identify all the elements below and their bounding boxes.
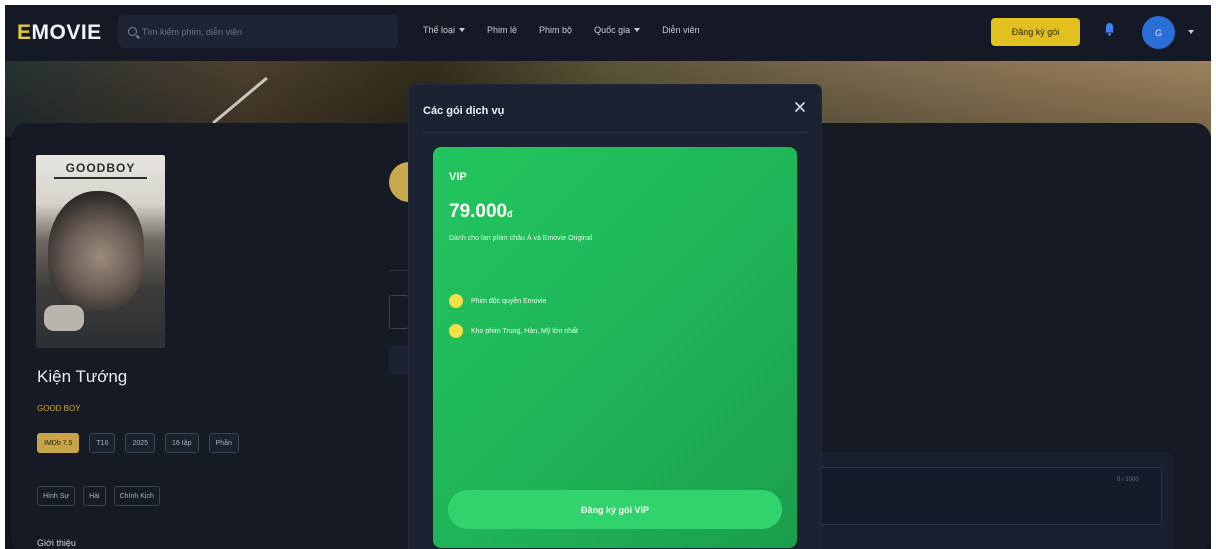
imdb-badge: IMDb 7.5 bbox=[37, 433, 80, 453]
genre-tag[interactable]: Chính Kịch bbox=[113, 486, 160, 506]
check-circle-icon bbox=[449, 324, 463, 338]
movie-original-title: GOOD BOY bbox=[37, 404, 81, 413]
top-navbar: EMOVIE Tìm kiếm phim, diễn viên Thể loại… bbox=[5, 5, 1211, 61]
close-icon[interactable] bbox=[794, 101, 806, 113]
season-badge: Phần bbox=[208, 433, 239, 453]
intro-heading: Giới thiệu bbox=[37, 538, 76, 548]
check-circle-icon bbox=[449, 294, 463, 308]
movie-title: Kiện Tướng bbox=[37, 367, 128, 386]
genre-tag[interactable]: Hài bbox=[83, 486, 106, 506]
bell-icon[interactable] bbox=[1104, 22, 1115, 36]
plan-price: 79.000đ bbox=[449, 201, 513, 222]
chevron-down-icon bbox=[634, 28, 641, 32]
main-menu: Thể loại Phim lẻ Phim bộ Quốc gia Diễn v… bbox=[423, 25, 700, 35]
episodes-badge: 16 tập bbox=[165, 433, 199, 453]
divider bbox=[423, 132, 807, 133]
comment-input[interactable] bbox=[819, 467, 1162, 525]
chevron-down-icon[interactable] bbox=[1188, 30, 1194, 34]
poster-title: GOODBOY bbox=[65, 161, 136, 175]
plan-description: Dành cho fan phim châu Á và Emovie Origi… bbox=[449, 235, 593, 242]
menu-item-movies[interactable]: Phim lẻ bbox=[487, 25, 517, 35]
age-rating-badge: T16 bbox=[89, 433, 116, 453]
menu-item-series[interactable]: Phim bộ bbox=[539, 25, 572, 35]
genre-tag[interactable]: Hình Sự bbox=[37, 486, 76, 506]
app-window: EMOVIE Tìm kiếm phim, diễn viên Thể loại… bbox=[5, 5, 1211, 549]
vip-plan-card: VIP 79.000đ Dành cho fan phim châu Á và … bbox=[433, 147, 797, 548]
subscribe-vip-button[interactable]: Đăng ký gói VIP bbox=[448, 490, 782, 529]
menu-item-actors[interactable]: Diễn viên bbox=[662, 25, 700, 35]
subscribe-button[interactable]: Đăng ký gói bbox=[991, 18, 1080, 46]
search-placeholder: Tìm kiếm phim, diễn viên bbox=[142, 26, 243, 37]
search-icon bbox=[128, 27, 137, 36]
menu-item-genres[interactable]: Thể loại bbox=[423, 25, 466, 35]
subscription-modal: Các gói dịch vụ VIP 79.000đ Dành cho fan… bbox=[409, 85, 821, 549]
year-badge: 2025 bbox=[125, 433, 156, 453]
plan-name: VIP bbox=[449, 171, 467, 183]
search-input[interactable]: Tìm kiếm phim, diễn viên bbox=[118, 15, 398, 48]
chevron-down-icon bbox=[459, 28, 466, 32]
plan-features: Phim độc quyền Emovie Kho phim Trung, Hà… bbox=[449, 294, 578, 354]
feature-item: Phim độc quyền Emovie bbox=[449, 294, 578, 308]
menu-item-countries[interactable]: Quốc gia bbox=[594, 25, 641, 35]
modal-title: Các gói dịch vụ bbox=[423, 105, 505, 117]
feature-item: Kho phim Trung, Hàn, Mỹ lớn nhất bbox=[449, 324, 578, 338]
user-avatar[interactable]: G bbox=[1142, 16, 1175, 49]
logo[interactable]: EMOVIE bbox=[17, 21, 102, 45]
comment-char-count: 0 / 1000 bbox=[1117, 477, 1139, 483]
movie-poster: GOODBOY bbox=[36, 155, 165, 348]
movie-tags: IMDb 7.5 T16 2025 16 tập Phần bbox=[37, 433, 239, 453]
genre-list: Hình Sự Hài Chính Kịch bbox=[37, 486, 160, 506]
